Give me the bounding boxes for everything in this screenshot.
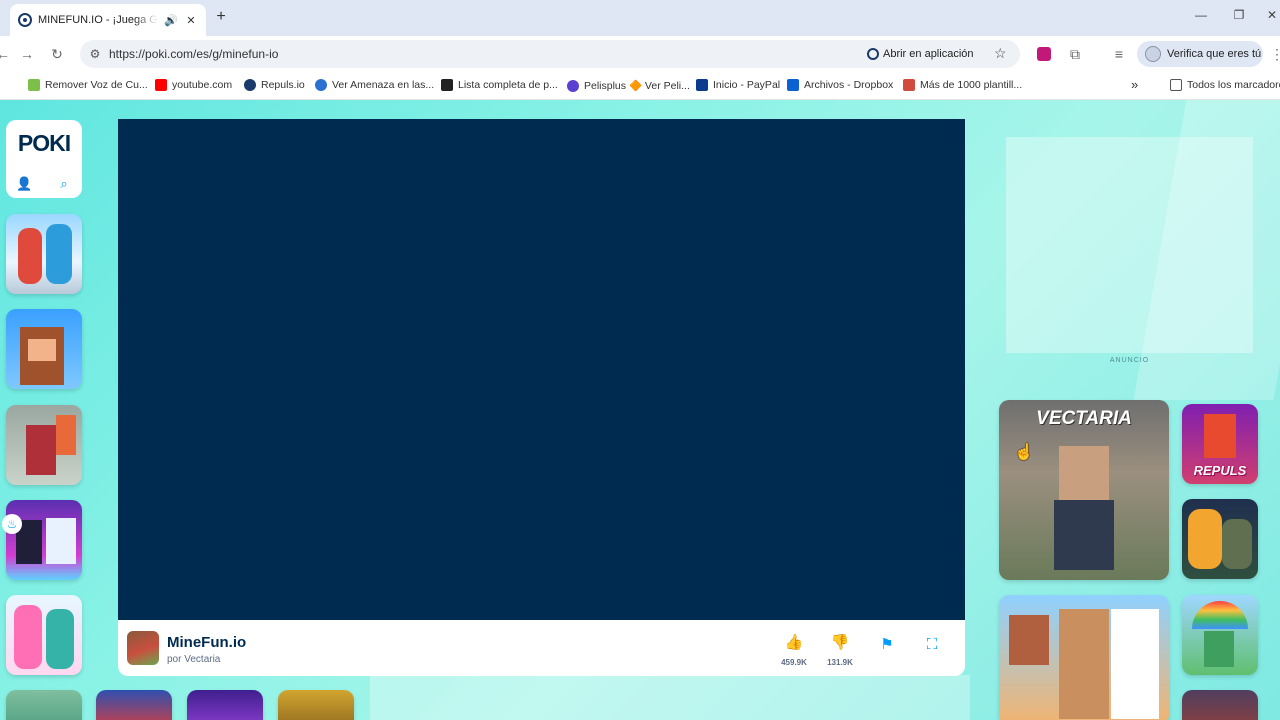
game-thumbnail[interactable] [6,405,82,485]
game-thumbnail[interactable] [6,690,82,720]
restore-button[interactable]: ❐ [1229,8,1249,22]
poki-logo[interactable]: POKI [6,130,82,157]
game-thumbnail-repuls[interactable]: REPULS [1182,404,1258,484]
avatar [1145,46,1161,62]
hand-cursor-icon: ☝ [1014,444,1034,461]
bookmark-item[interactable]: youtube.com [155,79,232,91]
game-thumbnail[interactable] [6,500,82,580]
bookmark-star-icon[interactable]: ☆ [994,45,1007,62]
site-info-icon[interactable]: ⚙ [88,47,102,61]
bookmark-item[interactable]: Ver Amenaza en las... [315,79,434,91]
minimize-button[interactable]: — [1191,8,1211,22]
reload-button[interactable]: ↻ [48,45,66,63]
user-icon[interactable]: 👤 [16,176,32,192]
youtube-icon [155,79,167,91]
close-tab-icon[interactable]: ✕ [184,14,198,27]
featured-game-title: VECTARIA [1036,408,1132,429]
game-thumbnail[interactable] [6,595,82,675]
dislike-count: 131.9K [827,658,853,667]
browser-tab-strip: MINEFUN.IO - ¡Juega Gratis 🔊 ✕ + — ❐ ✕ [0,0,1280,36]
poki-page: POKI 👤 ⌕ ♨ MineFun.io por Vectaria 👍 459… [0,100,1280,720]
game-info-bar: MineFun.io por Vectaria 👍 459.9K 👎 131.9… [118,620,965,676]
address-bar[interactable]: ⚙ https://poki.com/es/g/minefun-io Abrir… [80,40,1020,68]
media-controls-icon[interactable]: ≡ [1110,45,1128,63]
featured-game-vectaria[interactable]: VECTARIA [999,400,1169,580]
game-canvas[interactable] [118,119,965,620]
game-icon [127,631,159,665]
game-developer: por Vectaria [167,654,221,665]
open-in-app-label: Abrir en aplicación [883,48,974,60]
like-button[interactable]: 👍 459.9K [776,634,812,672]
bookmark-favicon-icon [315,79,327,91]
more-bookmarks-button[interactable]: » [1131,77,1138,92]
speaker-icon[interactable]: 🔊 [164,14,178,27]
forward-button[interactable]: → [18,45,36,63]
dropbox-icon [787,79,799,91]
thumbs-up-icon: 👍 [784,634,804,651]
close-window-button[interactable]: ✕ [1262,8,1280,22]
game-thumbnail[interactable] [1182,690,1258,720]
bookmark-item[interactable]: Inicio - PayPal [696,79,780,91]
game-title: MineFun.io [167,634,247,651]
url-text[interactable]: https://poki.com/es/g/minefun-io [109,47,278,61]
like-count: 459.9K [781,658,807,667]
all-bookmarks-folder[interactable]: Todos los marcadores [1170,79,1280,91]
ad-slot[interactable] [1006,137,1253,353]
ad-label: ANUNCIO [1109,357,1150,364]
folder-icon [1170,79,1182,91]
thumbs-down-icon: 👎 [830,634,850,651]
background-decoration [370,675,970,720]
game-thumbnail[interactable] [999,595,1169,720]
fullscreen-button[interactable]: ⛶ [914,636,950,654]
bookmark-favicon-icon [441,79,453,91]
extensions-puzzle-icon[interactable]: ⧉ [1066,45,1084,63]
browser-toolbar: ← → ↻ ⚙ https://poki.com/es/g/minefun-io… [0,36,1280,72]
poki-logo-card[interactable]: POKI 👤 ⌕ [6,120,82,198]
download-extension-icon[interactable] [1037,47,1051,61]
poki-favicon-icon [18,13,32,27]
bookmark-item[interactable]: Remover Voz de Cu... [28,79,148,91]
repuls-title: REPULS [1193,463,1247,478]
active-tab[interactable]: MINEFUN.IO - ¡Juega Gratis 🔊 ✕ [10,4,206,36]
app-icon [867,48,879,60]
game-thumbnail[interactable] [6,214,82,294]
bookmark-favicon-icon [28,79,40,91]
back-button[interactable]: ← [0,45,12,63]
bookmark-item[interactable]: Repuls.io [244,79,305,91]
bookmark-favicon-icon [567,79,579,92]
paypal-icon [696,79,708,91]
game-thumbnail[interactable] [1182,595,1258,675]
tab-title: MINEFUN.IO - ¡Juega Gratis [38,14,158,26]
game-thumbnail[interactable] [6,309,82,389]
game-thumbnail[interactable] [1182,499,1258,579]
trending-fire-icon: ♨ [2,514,22,534]
game-thumbnail[interactable] [187,690,263,720]
search-icon[interactable]: ⌕ [56,176,72,192]
fullscreen-icon: ⛶ [926,636,938,653]
profile-label: Verifica que eres tú [1167,48,1262,60]
open-in-app-button[interactable]: Abrir en aplicación [867,45,974,63]
browser-menu-icon[interactable]: ⋮ [1268,45,1280,63]
bookmark-item[interactable]: Archivos - Dropbox [787,79,893,91]
bookmark-item[interactable]: Lista completa de p... [441,79,558,91]
bookmarks-bar: Remover Voz de Cu... youtube.com Repuls.… [0,72,1280,100]
game-thumbnail[interactable] [278,690,354,720]
flag-icon: ⚑ [880,636,894,653]
dislike-button[interactable]: 👎 131.9K [822,634,858,672]
bookmark-favicon-icon [244,79,256,91]
profile-button[interactable]: Verifica que eres tú [1137,41,1263,67]
bookmark-favicon-icon [903,79,915,91]
report-button[interactable]: ⚑ [869,636,905,654]
game-thumbnail[interactable] [96,690,172,720]
new-tab-button[interactable]: + [212,8,230,26]
bookmark-item[interactable]: Más de 1000 plantill... [903,79,1022,91]
bookmark-item[interactable]: Pelisplus 🔶 Ver Peli... [567,79,690,92]
